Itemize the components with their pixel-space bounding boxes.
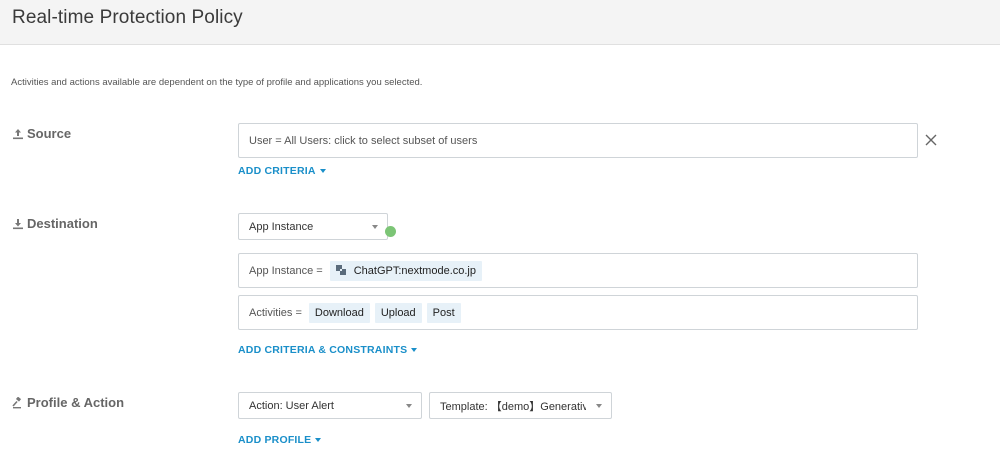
download-icon	[13, 218, 23, 229]
activity-chip-download[interactable]: Download	[308, 302, 370, 323]
template-select[interactable]: Template: 【demo】Generative	[429, 392, 612, 419]
destination-section-label: Destination	[12, 216, 98, 231]
close-icon[interactable]	[924, 133, 938, 147]
user-criteria-text: User = All Users: click to select subset…	[249, 134, 478, 147]
add-profile-label: ADD PROFILE	[238, 434, 312, 446]
destination-type-value: App Instance	[249, 220, 314, 233]
app-instance-field[interactable]: App Instance = ChatGPT:nextmode.co.jp	[238, 253, 918, 288]
activity-chip-post[interactable]: Post	[426, 302, 461, 323]
status-indicator	[385, 226, 396, 237]
chevron-down-icon	[596, 403, 602, 408]
add-criteria-constraints-button[interactable]: ADD CRITERIA & CONSTRAINTS	[238, 344, 418, 356]
chevron-down-icon	[372, 224, 378, 229]
source-section-label: Source	[12, 126, 71, 141]
add-criteria-button[interactable]: ADD CRITERIA	[238, 165, 326, 177]
activities-label: Activities =	[249, 306, 302, 319]
add-profile-button[interactable]: ADD PROFILE	[238, 434, 322, 446]
add-criteria-label: ADD CRITERIA	[238, 165, 316, 177]
destination-label: Destination	[27, 216, 98, 231]
app-instance-chip[interactable]: ChatGPT:nextmode.co.jp	[329, 260, 482, 281]
add-criteria-constraints-label: ADD CRITERIA & CONSTRAINTS	[238, 344, 408, 356]
page-header: Real-time Protection Policy	[0, 0, 1000, 45]
info-note: Activities and actions available are dep…	[11, 77, 423, 88]
page-title: Real-time Protection Policy	[12, 7, 243, 28]
profile-action-label: Profile & Action	[27, 395, 125, 410]
app-icon	[335, 265, 346, 275]
gavel-icon	[12, 396, 22, 408]
activities-field[interactable]: Activities = Download Upload Post	[238, 295, 918, 330]
chevron-down-icon	[319, 169, 326, 173]
chevron-down-icon	[406, 403, 412, 408]
action-select[interactable]: Action: User Alert	[238, 392, 422, 419]
chevron-down-icon	[411, 348, 418, 352]
user-criteria-field[interactable]: User = All Users: click to select subset…	[238, 123, 918, 158]
profile-action-section-label: Profile & Action	[12, 395, 124, 410]
activity-chip-upload[interactable]: Upload	[374, 302, 422, 323]
source-label: Source	[27, 126, 72, 141]
upload-icon	[13, 128, 23, 139]
app-instance-label: App Instance =	[249, 264, 323, 277]
destination-type-select[interactable]: App Instance	[238, 213, 388, 240]
chevron-down-icon	[315, 438, 322, 442]
app-instance-chip-label: ChatGPT:nextmode.co.jp	[353, 264, 476, 277]
template-select-value: Template: 【demo】Generative	[440, 400, 586, 413]
action-select-value: Action: User Alert	[249, 399, 334, 412]
